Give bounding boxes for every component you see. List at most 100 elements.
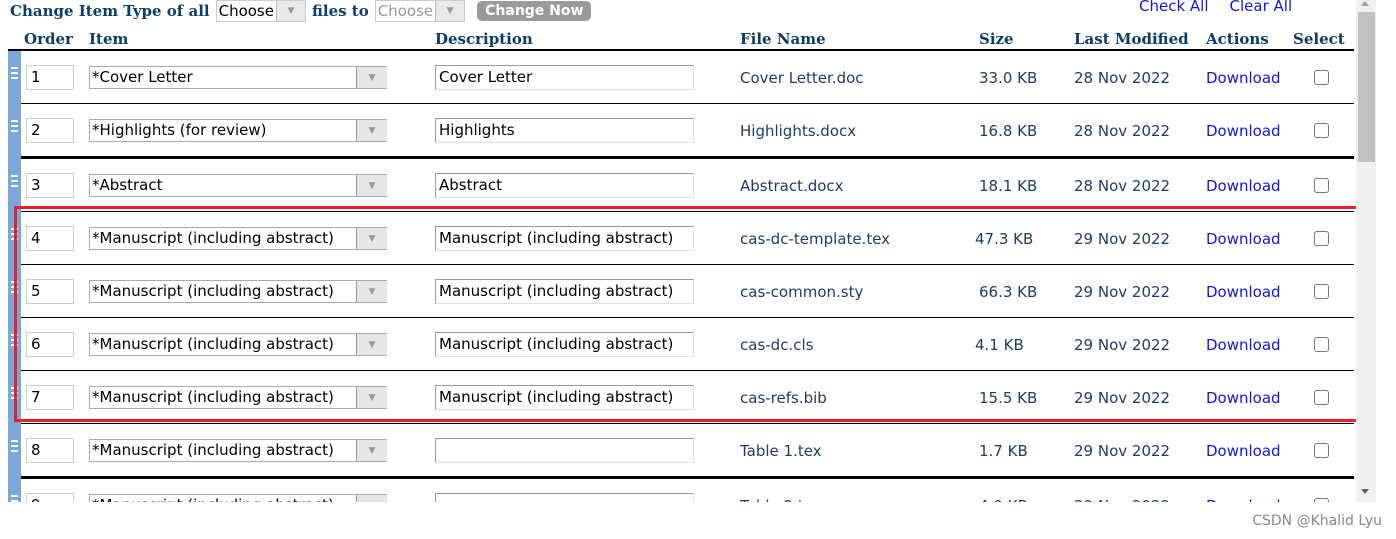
description-input[interactable]: Cover Letter: [435, 65, 694, 90]
viewport-bottom: [0, 502, 1396, 539]
drag-handle-icon[interactable]: [8, 51, 21, 106]
order-input[interactable]: 5: [26, 279, 74, 304]
col-actions: Actions: [1206, 30, 1269, 48]
select-checkbox[interactable]: [1314, 178, 1329, 193]
file-name-link[interactable]: cas-dc-template.tex: [740, 230, 890, 248]
select-checkbox[interactable]: [1314, 70, 1329, 85]
item-type-value: *Manuscript (including abstract): [92, 441, 334, 459]
files-to-label: files to: [311, 2, 369, 20]
chevron-down-icon: ▼: [356, 120, 387, 141]
last-modified: 28 Nov 2022: [1074, 122, 1171, 140]
from-type-value: Choose: [218, 2, 274, 20]
drag-handle-icon[interactable]: [8, 265, 21, 320]
drag-handle-icon[interactable]: [8, 318, 21, 373]
drag-handle-icon[interactable]: [8, 371, 21, 426]
download-link[interactable]: Download: [1206, 442, 1281, 460]
file-size: 4.1 KB: [975, 336, 1024, 354]
order-input[interactable]: 7: [26, 385, 74, 410]
chevron-down-icon: ▼: [356, 387, 387, 408]
chevron-down-icon: ▼: [356, 440, 387, 461]
select-checkbox[interactable]: [1314, 231, 1329, 246]
file-size: 33.0 KB: [979, 69, 1038, 87]
scroll-down-arrow-icon[interactable]: [1361, 489, 1369, 494]
vertical-scrollbar[interactable]: [1356, 0, 1376, 502]
order-input[interactable]: 4: [26, 226, 74, 251]
download-link[interactable]: Download: [1206, 389, 1281, 407]
item-type-value: *Abstract: [92, 176, 163, 194]
table-row: 4 *Manuscript (including abstract) ▼ Manusc…: [8, 212, 1354, 267]
file-size: 16.8 KB: [979, 122, 1038, 140]
watermark: CSDN @Khalid Lyu: [1252, 513, 1382, 529]
drag-handle-icon[interactable]: [8, 212, 21, 267]
file-name-link[interactable]: Abstract.docx: [740, 177, 844, 195]
last-modified: 29 Nov 2022: [1074, 336, 1171, 354]
drag-handle-icon[interactable]: [8, 159, 21, 214]
download-link[interactable]: Download: [1206, 69, 1281, 87]
order-input[interactable]: 3: [26, 173, 74, 198]
from-type-select[interactable]: Choose ▼: [215, 0, 306, 22]
file-size: 18.1 KB: [979, 177, 1038, 195]
table-header: Order Item Description File Name Size La…: [8, 28, 1354, 51]
item-type-value: *Manuscript (including abstract): [92, 388, 334, 406]
file-name-link[interactable]: Highlights.docx: [740, 122, 856, 140]
col-size: Size: [979, 30, 1014, 48]
description-input[interactable]: Manuscript (including abstract): [435, 279, 694, 304]
description-input[interactable]: Manuscript (including abstract): [435, 385, 694, 410]
item-type-value: *Manuscript (including abstract): [92, 282, 334, 300]
to-type-select[interactable]: Choose ▼: [374, 0, 466, 22]
drag-handle-icon[interactable]: [8, 104, 21, 159]
chevron-down-icon: ▼: [356, 334, 387, 355]
file-name-link[interactable]: Table 1.tex: [740, 442, 822, 460]
table-row: 2 *Highlights (for review) ▼ Highlights High…: [8, 104, 1354, 159]
description-input[interactable]: [435, 438, 694, 463]
item-type-select[interactable]: *Manuscript (including abstract) ▼: [89, 333, 387, 356]
col-file-name: File Name: [740, 30, 826, 48]
order-input[interactable]: 2: [26, 118, 74, 143]
select-checkbox[interactable]: [1314, 123, 1329, 138]
order-input[interactable]: 8: [26, 438, 74, 463]
download-link[interactable]: Download: [1206, 122, 1281, 140]
item-type-select[interactable]: *Abstract ▼: [89, 174, 387, 197]
file-name-link[interactable]: cas-common.sty: [740, 283, 863, 301]
item-type-select[interactable]: *Manuscript (including abstract) ▼: [89, 439, 387, 462]
order-input[interactable]: 6: [26, 332, 74, 357]
download-link[interactable]: Download: [1206, 230, 1281, 248]
chevron-down-icon: ▼: [356, 67, 387, 88]
drag-handle-icon[interactable]: [8, 424, 21, 479]
last-modified: 29 Nov 2022: [1074, 230, 1171, 248]
select-checkbox[interactable]: [1314, 390, 1329, 405]
item-type-value: *Cover Letter: [92, 68, 193, 86]
file-name-link[interactable]: Cover Letter.doc: [740, 69, 864, 87]
description-input[interactable]: Manuscript (including abstract): [435, 226, 694, 251]
description-input[interactable]: Abstract: [435, 173, 694, 198]
download-link[interactable]: Download: [1206, 283, 1281, 301]
description-input[interactable]: Manuscript (including abstract): [435, 332, 694, 357]
item-type-select[interactable]: *Cover Letter ▼: [89, 66, 387, 89]
download-link[interactable]: Download: [1206, 177, 1281, 195]
item-type-select[interactable]: *Highlights (for review) ▼: [89, 119, 387, 142]
col-item: Item: [89, 30, 129, 48]
scroll-thumb[interactable]: [1358, 12, 1375, 162]
file-name-link[interactable]: cas-refs.bib: [740, 389, 827, 407]
order-input[interactable]: 1: [26, 65, 74, 90]
item-type-select[interactable]: *Manuscript (including abstract) ▼: [89, 227, 387, 250]
item-type-select[interactable]: *Manuscript (including abstract) ▼: [89, 280, 387, 303]
to-type-value: Choose: [377, 2, 434, 20]
change-now-button[interactable]: Change Now: [477, 1, 592, 21]
file-name-link[interactable]: cas-dc.cls: [740, 336, 813, 354]
item-type-select[interactable]: *Manuscript (including abstract) ▼: [89, 386, 387, 409]
change-item-type-bar: Change Item Type of all Choose ▼ files t…: [10, 0, 592, 22]
download-link[interactable]: Download: [1206, 336, 1281, 354]
select-checkbox[interactable]: [1314, 443, 1329, 458]
file-size: 15.5 KB: [979, 389, 1038, 407]
scroll-up-arrow-icon[interactable]: [1361, 1, 1369, 6]
check-all-link[interactable]: Check All: [1139, 0, 1209, 15]
select-checkbox[interactable]: [1314, 284, 1329, 299]
table-body: 1 *Cover Letter ▼ Cover Letter Cover Letter.…: [8, 51, 1354, 534]
description-input[interactable]: Highlights: [435, 118, 694, 143]
last-modified: 28 Nov 2022: [1074, 69, 1171, 87]
table-row: 7 *Manuscript (including abstract) ▼ Manusc…: [8, 371, 1354, 426]
select-checkbox[interactable]: [1314, 337, 1329, 352]
clear-all-link[interactable]: Clear All: [1230, 0, 1293, 15]
chevron-down-icon: ▼: [356, 228, 387, 249]
